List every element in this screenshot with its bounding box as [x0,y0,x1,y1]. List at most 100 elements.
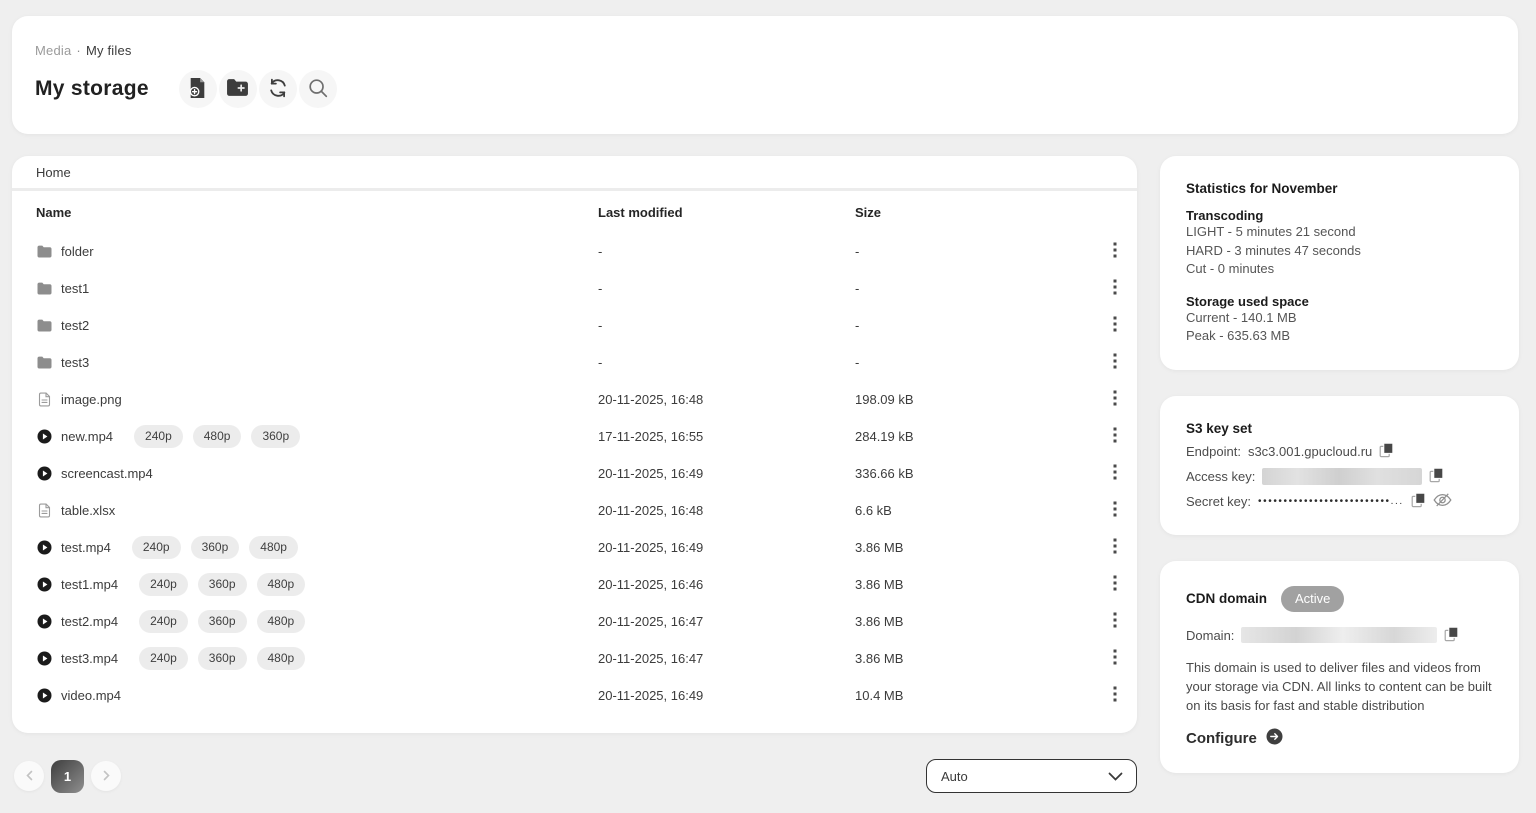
file-browser: Home Name Last modified Size folder - - … [12,156,1137,733]
endpoint-value: s3c3.001.gpucloud.ru [1248,442,1372,461]
row-menu-button[interactable] [1107,646,1123,671]
row-menu-button[interactable] [1107,535,1123,560]
path-breadcrumb-home[interactable]: Home [12,156,1137,191]
resolution-badge: 240p [132,536,181,559]
resolution-badges: 240p360p480p [132,536,298,559]
access-key-redacted-value [1262,468,1422,485]
file-modified: - [598,281,855,296]
table-row[interactable]: test3 - - [12,344,1137,381]
refresh-button[interactable] [259,70,297,108]
table-row[interactable]: test.mp4 240p360p480p 20-11-2025, 16:49 … [12,529,1137,566]
kebab-icon [1113,353,1117,372]
breadcrumb-parent[interactable]: Media [35,43,71,58]
row-menu-button[interactable] [1107,683,1123,708]
table-row[interactable]: test2 - - [12,307,1137,344]
table-row[interactable]: folder - - [12,233,1137,270]
statistics-title: Statistics for November [1186,181,1493,196]
column-header-name: Name [36,205,598,220]
transcoding-hard: HARD - 3 minutes 47 seconds [1186,242,1493,261]
row-menu-button[interactable] [1107,387,1123,412]
file-size: - [855,281,1085,296]
row-menu-button[interactable] [1107,313,1123,338]
copy-icon [1444,626,1459,645]
copy-secret-key-button[interactable] [1411,492,1426,511]
transcoding-cut: Cut - 0 minutes [1186,260,1493,279]
table-row[interactable]: new.mp4 240p480p360p 17-11-2025, 16:55 2… [12,418,1137,455]
cdn-title: CDN domain [1186,591,1267,606]
table-row[interactable]: image.png 20-11-2025, 16:48 198.09 kB [12,381,1137,418]
reveal-secret-key-button[interactable] [1433,492,1452,511]
file-modified: 17-11-2025, 16:55 [598,429,855,444]
transcoding-title: Transcoding [1186,208,1493,223]
table-row[interactable]: screencast.mp4 20-11-2025, 16:49 336.66 … [12,455,1137,492]
row-menu-button[interactable] [1107,239,1123,264]
kebab-icon [1113,279,1117,298]
file-name: test2.mp4 [61,614,118,629]
row-menu-button[interactable] [1107,350,1123,375]
file-name: image.png [61,392,122,407]
row-menu-button[interactable] [1107,276,1123,301]
breadcrumb-current: My files [86,43,132,58]
row-menu-button[interactable] [1107,461,1123,486]
kebab-icon [1113,316,1117,335]
kebab-icon [1113,427,1117,446]
upload-file-button[interactable] [179,70,217,108]
page-title: My storage [35,77,149,101]
create-folder-button[interactable] [219,70,257,108]
kebab-icon [1113,501,1117,520]
kebab-icon [1113,538,1117,557]
folder-icon [36,356,52,369]
file-name: test3.mp4 [61,651,118,666]
arrow-circle-icon [1266,728,1283,749]
file-modified: 20-11-2025, 16:48 [598,503,855,518]
search-button[interactable] [299,70,337,108]
row-menu-button[interactable] [1107,572,1123,597]
file-modified: - [598,355,855,370]
table-row[interactable]: test2.mp4 240p360p480p 20-11-2025, 16:47… [12,603,1137,640]
file-name: test1 [61,281,89,296]
play-circle-icon [36,688,52,703]
table-row[interactable]: test1 - - [12,270,1137,307]
resolution-badge: 240p [139,610,188,633]
file-name: screencast.mp4 [61,466,153,481]
resolution-badge: 360p [198,573,247,596]
resolution-badge: 360p [251,425,300,448]
copy-endpoint-button[interactable] [1379,442,1394,461]
kebab-icon [1113,686,1117,705]
table-footer: 1 Auto [12,759,1137,793]
file-name: test3 [61,355,89,370]
table-row[interactable]: video.mp4 20-11-2025, 16:49 10.4 MB [12,677,1137,714]
transcoding-light: LIGHT - 5 minutes 21 second [1186,223,1493,242]
cdn-description: This domain is used to deliver files and… [1186,658,1498,716]
table-row[interactable]: test3.mp4 240p360p480p 20-11-2025, 16:47… [12,640,1137,677]
row-menu-button[interactable] [1107,498,1123,523]
folder-plus-icon [226,78,249,100]
table-row[interactable]: test1.mp4 240p360p480p 20-11-2025, 16:46… [12,566,1137,603]
breadcrumb: Media·My files [35,43,1494,58]
file-size: 3.86 MB [855,577,1085,592]
next-page-button[interactable] [91,761,121,791]
storage-title: Storage used space [1186,294,1493,309]
pagination: 1 [14,760,121,793]
page-size-select[interactable]: Auto [926,759,1137,793]
path-label: Home [36,165,71,180]
file-modified: 20-11-2025, 16:48 [598,392,855,407]
resolution-badge: 360p [198,610,247,633]
play-circle-icon [36,540,52,555]
s3-key-card: S3 key set Endpoint: s3c3.001.gpucloud.r… [1160,396,1519,535]
previous-page-button[interactable] [14,761,44,791]
chevron-left-icon [26,769,33,784]
file-modified: - [598,318,855,333]
resolution-badge: 480p [257,610,306,633]
copy-access-key-button[interactable] [1429,467,1444,486]
row-menu-button[interactable] [1107,609,1123,634]
file-name: video.mp4 [61,688,121,703]
table-row[interactable]: table.xlsx 20-11-2025, 16:48 6.6 kB [12,492,1137,529]
current-page-button[interactable]: 1 [51,760,84,793]
file-size: 3.86 MB [855,614,1085,629]
configure-cdn-button[interactable]: Configure [1186,728,1283,749]
file-plus-icon [187,77,208,102]
row-menu-button[interactable] [1107,424,1123,449]
file-name: table.xlsx [61,503,115,518]
copy-domain-button[interactable] [1444,626,1459,645]
